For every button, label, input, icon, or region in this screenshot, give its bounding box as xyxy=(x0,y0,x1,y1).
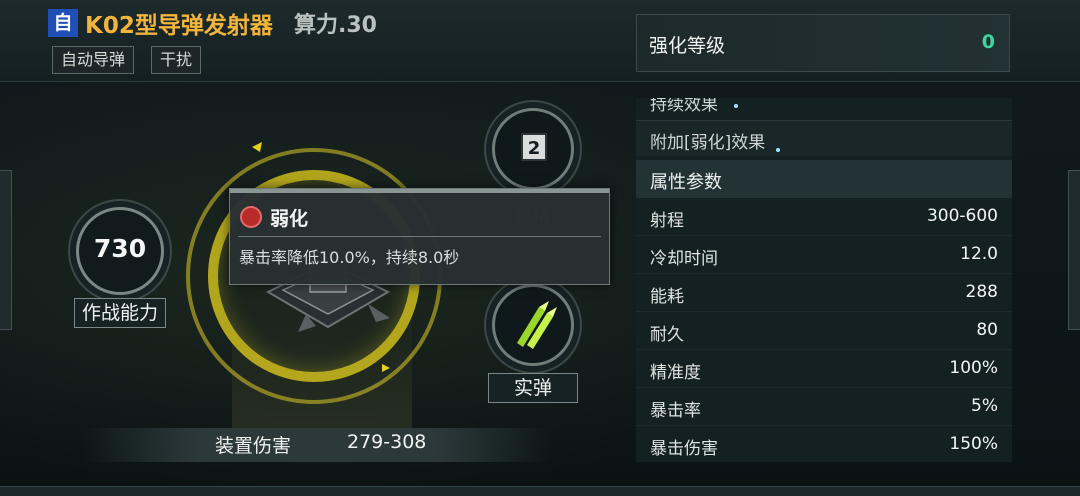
tag-auto-missile: 自动导弹 xyxy=(52,46,135,74)
sparkle-dot xyxy=(776,148,780,152)
ammo-circle xyxy=(492,284,574,366)
stat-key: 耐久 xyxy=(650,325,684,345)
enhance-level-label: 强化等级 xyxy=(649,35,726,57)
stat-row-cooldown: 冷却时间 12.0 xyxy=(636,236,1012,274)
stat-key: 暴击伤害 xyxy=(650,439,718,459)
left-edge-bracket xyxy=(0,170,12,330)
stat-value: 5% xyxy=(971,396,998,416)
damage-label: 装置伤害 xyxy=(215,435,292,457)
stat-row-durability: 耐久 80 xyxy=(636,312,1012,350)
tooltip-top-border xyxy=(230,189,609,193)
ammo-type-label: 实弹 xyxy=(488,373,578,403)
stat-row-accuracy: 精准度 100% xyxy=(636,350,1012,388)
kinetic-ammo-icon xyxy=(517,301,557,349)
effect-text: 附加[弱化]效果 xyxy=(650,133,766,153)
stat-value: 300-600 xyxy=(926,206,998,226)
stats-section-header: 属性参数 xyxy=(636,160,1012,198)
effect-section-header: 持续效果 xyxy=(636,98,1012,118)
stat-value: 150% xyxy=(949,434,998,454)
stat-key: 精准度 xyxy=(650,363,701,383)
stat-key: 冷却时间 xyxy=(650,249,718,269)
stats-panel[interactable]: 持续效果 附加[弱化]效果 属性参数 射程 300-600 冷却时间 12.0 … xyxy=(636,98,1012,462)
damage-bar xyxy=(82,428,552,462)
stat-row-energy: 能耗 288 xyxy=(636,274,1012,312)
spec-value: 2 xyxy=(521,133,547,161)
stat-value: 288 xyxy=(965,282,998,302)
tooltip-description: 暴击率降低10.0%，持续8.0秒 xyxy=(239,248,460,267)
stat-key: 暴击率 xyxy=(650,401,701,421)
stats-section-title: 属性参数 xyxy=(650,172,722,193)
stat-key: 射程 xyxy=(650,211,684,231)
sparkle-dot xyxy=(734,104,738,108)
enhance-level-box[interactable]: 强化等级 0 xyxy=(636,14,1010,72)
combat-power-circle: 730 xyxy=(76,207,164,295)
spec-circle: 2 xyxy=(492,108,574,190)
tag-jamming: 干扰 xyxy=(151,46,202,74)
right-edge-bracket xyxy=(1068,170,1080,330)
tooltip-divider xyxy=(238,236,601,237)
stat-value: 100% xyxy=(949,358,998,378)
ring-arrow-icon xyxy=(382,364,390,372)
stat-key: 能耗 xyxy=(650,287,684,307)
effect-row: 附加[弱化]效果 xyxy=(636,120,1012,156)
bottom-strip xyxy=(0,486,1080,496)
debuff-tooltip: 弱化 暴击率降低10.0%，持续8.0秒 xyxy=(229,188,610,285)
enhance-level-value: 0 xyxy=(981,31,995,53)
stat-row-range: 射程 300-600 xyxy=(636,198,1012,236)
auto-badge: 自 xyxy=(48,9,78,37)
combat-power-value: 730 xyxy=(93,234,147,263)
stat-value: 12.0 xyxy=(960,244,998,264)
damage-value: 279-308 xyxy=(347,431,427,453)
weaken-debuff-icon xyxy=(240,206,262,228)
combat-power-label: 作战能力 xyxy=(74,298,166,328)
stat-row-crit-damage: 暴击伤害 150% xyxy=(636,426,1012,462)
stat-row-crit-rate: 暴击率 5% xyxy=(636,388,1012,426)
ring-arrow-icon xyxy=(252,142,262,152)
weapon-title: K02型导弹发射器 xyxy=(85,13,273,39)
computing-power: 算力.30 xyxy=(294,13,377,38)
effect-section-title: 持续效果 xyxy=(650,98,718,115)
stat-value: 80 xyxy=(976,320,998,340)
tooltip-title: 弱化 xyxy=(270,208,309,230)
